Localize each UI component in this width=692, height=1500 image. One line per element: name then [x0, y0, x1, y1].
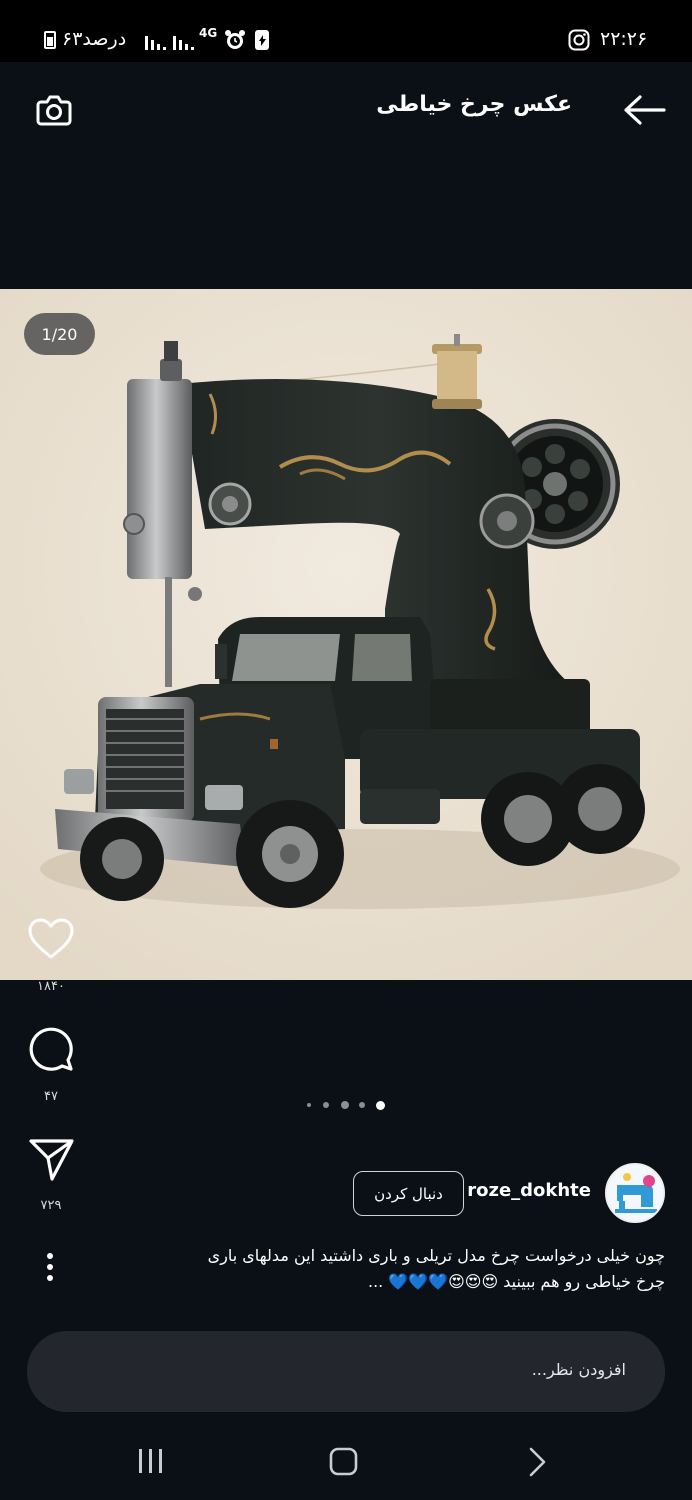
carousel-dot — [323, 1102, 329, 1108]
avatar-sewing-machine-icon — [607, 1165, 663, 1221]
follow-button[interactable]: دنبال کردن — [353, 1171, 464, 1216]
data-saver-icon — [255, 30, 269, 50]
network-type: 4G — [199, 26, 218, 40]
header — [0, 62, 692, 162]
signal-icon — [145, 36, 194, 50]
status-time: ۲۲:۲۶ — [600, 28, 648, 50]
avatar[interactable] — [605, 1163, 665, 1223]
image-counter: 1/20 — [24, 313, 95, 355]
camera-icon[interactable] — [34, 90, 74, 130]
battery-percent: ۶۳درصد — [62, 28, 127, 50]
battery-icon — [44, 31, 56, 49]
comment-icon[interactable] — [27, 1025, 75, 1073]
back-arrow-icon[interactable] — [622, 94, 666, 126]
more-icon[interactable] — [44, 1252, 56, 1284]
comment-placeholder: افزودن نظر... — [531, 1360, 626, 1379]
sewing-machine-truck-illustration — [0, 289, 692, 980]
page-title: عکس چرخ خیاطی — [376, 92, 572, 117]
alarm-icon — [225, 30, 245, 49]
heart-icon[interactable] — [27, 917, 75, 961]
caption-line: چرخ خیاطی رو هم ببینید 😍😍😍💙💙💙 ... — [368, 1272, 665, 1291]
username[interactable]: roze_dokhte — [467, 1180, 591, 1201]
instagram-icon — [568, 29, 590, 51]
carousel-dot — [341, 1101, 349, 1109]
comment-count: ۴۷ — [44, 1089, 58, 1104]
share-count: ۷۲۹ — [40, 1198, 62, 1213]
caption-line: چون خیلی درخواست چرخ مدل تریلی و باری دا… — [207, 1246, 665, 1265]
share-icon[interactable] — [28, 1136, 76, 1182]
recent-apps-icon[interactable] — [137, 1447, 165, 1475]
carousel-dot — [307, 1103, 311, 1107]
post-image[interactable] — [0, 289, 692, 980]
carousel-dot-active — [376, 1101, 385, 1110]
home-icon[interactable] — [329, 1447, 359, 1477]
carousel-dot — [359, 1102, 365, 1108]
like-count: ۱۸۴۰ — [37, 979, 65, 994]
back-icon[interactable] — [527, 1446, 549, 1478]
post-caption: چون خیلی درخواست چرخ مدل تریلی و باری دا… — [195, 1243, 665, 1295]
